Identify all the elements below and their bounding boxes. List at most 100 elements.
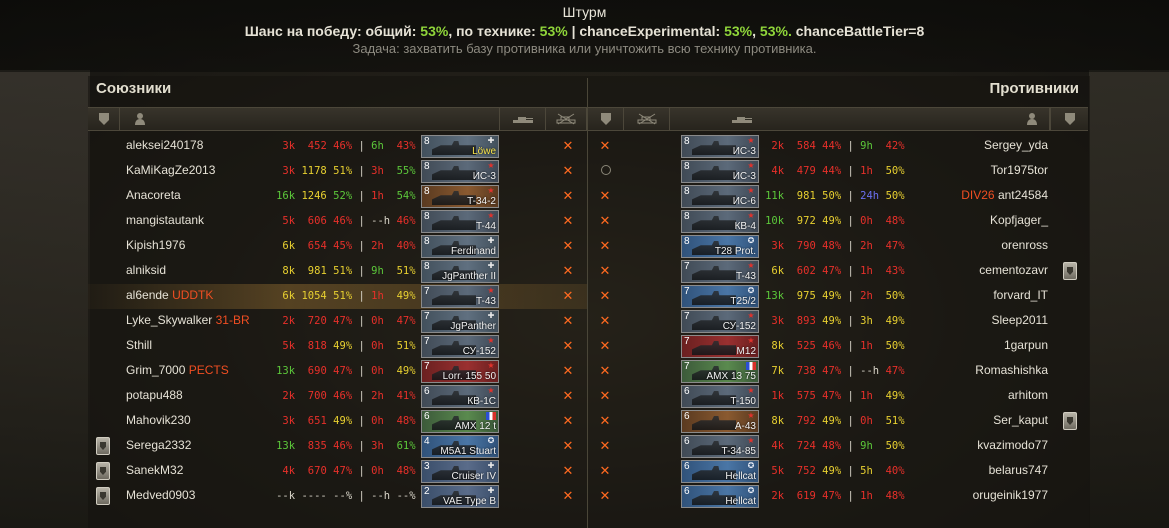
stat-eff: 619 xyxy=(796,490,816,502)
player-stats: 13k 975 49% | 2h 50% xyxy=(765,290,904,302)
status-column-icon-enemy[interactable] xyxy=(588,108,624,130)
enemy-row[interactable]: ✕ 7 ✪ T25/2 13k 975 49% | 2h 50% forvard_IT xyxy=(0,284,1169,309)
stat-sep: | xyxy=(847,190,854,202)
nation-flag-icon: ★ xyxy=(747,136,755,145)
player-name[interactable]: belarus747 xyxy=(989,463,1048,477)
chance-battle-tier: chanceBattleTier=8 xyxy=(795,23,925,39)
tank-icon: 7 ★ T-43 xyxy=(681,260,759,283)
alive-status-icon: ✕ xyxy=(599,463,611,478)
stat-eff: 584 xyxy=(796,140,816,152)
player-name[interactable]: Sleep2011 xyxy=(992,313,1049,327)
tank-name: ИС-3 xyxy=(732,146,756,157)
stat-battles: 2k xyxy=(771,140,785,152)
player-stats: 2k 619 47% | 1h 48% xyxy=(765,490,904,502)
tank-tier: 8 xyxy=(684,161,690,172)
medal-column-icon-enemy[interactable] xyxy=(1050,108,1088,130)
enemy-row[interactable]: ✕ 6 ★ T-34-85 4k 724 48% | 9h 50% kvazimodo77 xyxy=(0,434,1169,459)
stat-sep: | xyxy=(847,465,854,477)
player-name[interactable]: Kopfjager_ xyxy=(990,213,1048,227)
player-name[interactable]: orenross xyxy=(1001,238,1048,252)
stat-sep: | xyxy=(847,415,854,427)
stat-tb: 2h xyxy=(860,240,873,252)
enemy-row[interactable]: ✕ 6 ★ T-150 1k 575 47% | 1h 49% arhitom xyxy=(0,384,1169,409)
win-chance-line: Шанс на победу: общий: 53%, по технике: … xyxy=(244,23,925,39)
enemy-row[interactable]: ✕ 8 ✪ T28 Prot. 3k 790 48% | 2h 47% orenross xyxy=(0,234,1169,259)
enemy-row[interactable]: ✕ 8 ★ КВ-4 10k 972 49% | 0h 48% Kopfjager_ xyxy=(0,209,1169,234)
stat-tb: 1h xyxy=(860,490,873,502)
player-stats: 8k 525 46% | 1h 50% xyxy=(765,340,904,352)
player-name[interactable]: kvazimodo77 xyxy=(977,438,1048,452)
player-column-icon[interactable] xyxy=(120,108,500,130)
player-name-text: cementozavr xyxy=(979,263,1048,277)
stat-wr: 48% xyxy=(822,240,842,252)
player-name[interactable]: forvard_IT xyxy=(993,288,1048,302)
player-name[interactable]: DIV26 ant24584 xyxy=(961,188,1048,202)
player-name[interactable]: 1garpun xyxy=(1004,338,1048,352)
player-name-text: Kopfjager_ xyxy=(989,213,1048,227)
medal-column-icon[interactable] xyxy=(88,108,120,130)
tank-column-icon[interactable] xyxy=(500,108,546,130)
enemy-row[interactable]: ✕ 7 ★ T-43 6k 602 47% | 1h 43% cementozavr xyxy=(0,259,1169,284)
stat-twr: 48% xyxy=(885,215,905,227)
stat-sep: | xyxy=(847,165,854,177)
player-name[interactable]: Romashishka xyxy=(975,363,1048,377)
stat-sep: | xyxy=(847,265,854,277)
tank-icon: 6 ★ T-150 xyxy=(681,385,759,408)
stat-eff: 792 xyxy=(796,415,816,427)
stat-eff: 738 xyxy=(796,365,816,377)
tank-name: AMX 13 75 xyxy=(706,371,756,382)
tank-name: ИС-3 xyxy=(732,171,756,182)
enemy-row[interactable]: 8 ★ ИС-3 4k 479 44% | 1h 50% Tor1975tor xyxy=(0,159,1169,184)
stat-battles: 10k xyxy=(765,215,785,227)
enemy-row[interactable]: ✕ 6 ★ A-43 8k 792 49% | 0h 51% Ser_kaput xyxy=(0,409,1169,434)
tank-icon: 7 ★ СУ-152 xyxy=(681,310,759,333)
tank-silhouette xyxy=(692,141,736,155)
player-column-icon-enemy[interactable] xyxy=(1018,108,1046,130)
nation-flag-icon: ★ xyxy=(747,261,755,270)
stat-tb: 3h xyxy=(860,315,873,327)
stat-battles: 7k xyxy=(771,365,785,377)
player-name[interactable]: Sergey_yda xyxy=(984,138,1048,152)
alive-status-icon: ✕ xyxy=(599,288,611,303)
nation-flag-icon: ✪ xyxy=(747,461,755,470)
player-name-text: Ser_kaput xyxy=(993,413,1048,427)
medal-icon xyxy=(1063,262,1077,280)
enemy-row[interactable]: ✕ 6 ✪ Hellcat 5k 752 49% | 5h 40% belarus747 xyxy=(0,459,1169,484)
enemy-row[interactable]: ✕ 8 ★ ИС-6 11k 981 50% | 24h 50% DIV26 ant245… xyxy=(0,184,1169,209)
stat-battles: 1k xyxy=(771,390,785,402)
stat-tb: 9h xyxy=(860,140,873,152)
player-name[interactable]: Ser_kaput xyxy=(993,413,1048,427)
status-column-icon[interactable] xyxy=(546,108,587,130)
enemy-row[interactable]: ✕ 8 ★ ИС-3 2k 584 44% | 9h 42% Sergey_yda xyxy=(0,134,1169,159)
tank-silhouette xyxy=(692,216,736,230)
tank-column-icon-enemy[interactable] xyxy=(670,108,1050,130)
tank-tier: 7 xyxy=(684,311,690,322)
tank-tier: 7 xyxy=(684,336,690,347)
enemy-row[interactable]: ✕ 7 ★ M12 8k 525 46% | 1h 50% 1garpun xyxy=(0,334,1169,359)
stat-sep: | xyxy=(847,390,854,402)
stat-wr: 44% xyxy=(822,140,842,152)
enemy-row[interactable]: ✕ 6 ✪ Hellcat 2k 619 47% | 1h 48% orugeinik19… xyxy=(0,484,1169,509)
tank-tier: 6 xyxy=(684,486,690,497)
player-name-text: ant24584 xyxy=(997,188,1048,202)
player-stats: 8k 792 49% | 0h 51% xyxy=(765,415,904,427)
player-name-text: forvard_IT xyxy=(993,288,1048,302)
player-name[interactable]: orugeinik1977 xyxy=(973,488,1048,502)
tank-name: Hellcat xyxy=(725,496,756,507)
battle-mode-title: Штурм xyxy=(562,4,607,20)
player-name[interactable]: cementozavr xyxy=(979,263,1048,277)
stat-sep: | xyxy=(847,240,854,252)
player-name[interactable]: Tor1975tor xyxy=(991,163,1048,177)
stat-eff: 893 xyxy=(796,315,816,327)
unknown-status-icon xyxy=(601,165,611,175)
player-name[interactable]: arhitom xyxy=(1008,388,1048,402)
enemy-row[interactable]: ✕ 7 AMX 13 75 7k 738 47% | --h 47% Romashish… xyxy=(0,359,1169,384)
player-stats: 3k 893 49% | 3h 49% xyxy=(765,315,904,327)
player-stats: 3k 790 48% | 2h 47% xyxy=(765,240,904,252)
stat-wr: 49% xyxy=(822,315,842,327)
tank-icon: 8 ★ КВ-4 xyxy=(681,210,759,233)
stat-wr: 48% xyxy=(822,440,842,452)
tank-name: T-34-85 xyxy=(721,446,756,457)
destroyed-column-icon[interactable] xyxy=(624,108,670,130)
enemy-row[interactable]: ✕ 7 ★ СУ-152 3k 893 49% | 3h 49% Sleep2011 xyxy=(0,309,1169,334)
